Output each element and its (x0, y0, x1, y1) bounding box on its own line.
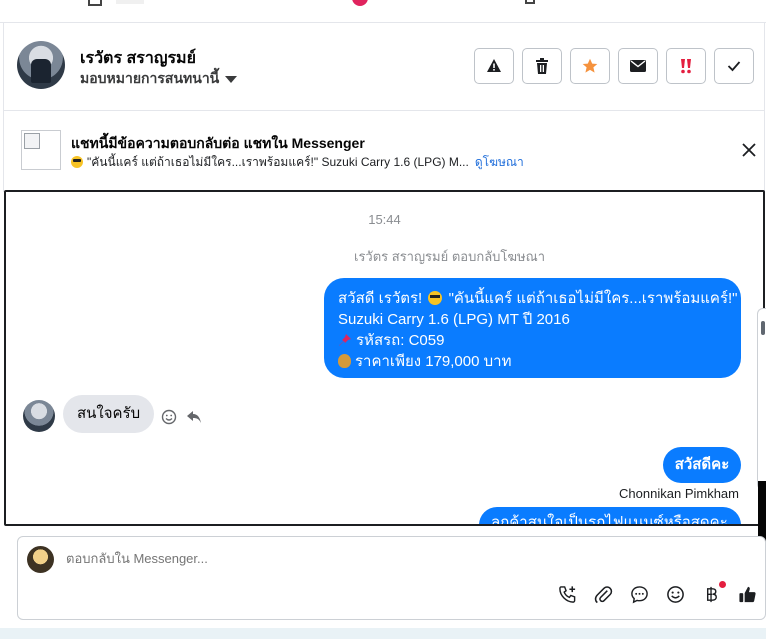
check-icon (727, 61, 741, 72)
chat-bubble-icon[interactable] (630, 585, 649, 604)
view-ad-link[interactable]: ดูโฆษณา (475, 155, 524, 169)
notification-dot (352, 0, 368, 6)
mark-done-button[interactable] (714, 48, 754, 84)
composer-toolbar (558, 581, 757, 604)
close-icon[interactable] (740, 141, 758, 159)
conversation-actions (474, 48, 754, 84)
sunglasses-emoji-icon (428, 291, 443, 305)
message-line: ราคาเพียง 179,000 บาท (355, 353, 512, 370)
trash-icon (536, 58, 548, 74)
pushpin-icon (339, 334, 351, 346)
message-line: "คันนี้แคร์ แต่ถ้าเธอไม่มีใคร...เราพร้อม… (448, 290, 738, 307)
star-icon (582, 58, 598, 73)
caret-down-icon (225, 75, 238, 83)
baht-payment-button[interactable] (702, 581, 726, 604)
message-line: Suzuki Carry 1.6 (LPG) MT ปี 2016 (338, 311, 570, 328)
message-thread[interactable]: 15:44 เรวัตร สราญรมย์ ตอบกลับโฆษณา สวัสด… (4, 190, 765, 526)
ad-subtitle-text: "คันนี้แคร์ แต่ถ้าเธอไม่มีใคร...เราพร้อม… (87, 155, 469, 169)
thumbs-up-icon[interactable] (738, 585, 757, 604)
partial-tab (116, 0, 144, 4)
browser-top-strip (0, 0, 766, 23)
follow-up-button[interactable] (570, 48, 610, 84)
bottom-strip (0, 628, 766, 639)
outgoing-greeting[interactable]: สวัสดีคะ (663, 447, 741, 483)
partial-icon (88, 0, 102, 6)
priority-button[interactable] (666, 48, 706, 84)
outgoing-ad-message[interactable]: สวัสดี เรวัตร! "คันนี้แคร์ แต่ถ้าเธอไม่ม… (324, 278, 741, 378)
envelope-icon (630, 60, 646, 72)
sunglasses-emoji-icon (71, 156, 83, 168)
double-exclamation-icon (681, 59, 691, 74)
conversation-header: เรวัตร สราญรมย์ มอบหมายการสนทนานี้ (4, 22, 764, 111)
ad-thumbnail[interactable] (21, 130, 61, 170)
agent-avatar (27, 546, 54, 573)
partial-icon (525, 0, 535, 4)
outgoing-message-partial[interactable]: ลูกค้าสนใจเป็นรถไฟแนนซ์หรือสดคะ (479, 507, 741, 524)
incoming-message[interactable]: สนใจครับ (63, 395, 155, 433)
ad-banner-title: แชทนี้มีข้อความตอบกลับต่อ แชทใน Messenge… (71, 135, 365, 151)
system-note: เรวัตร สราญรมย์ ตอบกลับโฆษณา (354, 249, 545, 264)
ad-banner-subtitle: "คันนี้แคร์ แต่ถ้าเธอไม่มีใคร...เราพร้อม… (71, 153, 524, 172)
divider (764, 22, 765, 192)
phone-plus-icon[interactable] (558, 585, 577, 604)
baht-icon (706, 586, 717, 603)
mark-spam-button[interactable] (474, 48, 514, 84)
ad-reply-banner: แชทนี้มีข้อความตอบกลับต่อ แชทใน Messenge… (4, 111, 764, 189)
warning-icon (487, 59, 501, 72)
reply-input[interactable] (66, 551, 666, 566)
reply-icon[interactable] (186, 410, 202, 424)
delete-button[interactable] (522, 48, 562, 84)
contact-avatar[interactable] (17, 41, 65, 89)
mark-unread-button[interactable] (618, 48, 658, 84)
money-bag-icon (338, 354, 351, 368)
sender-name: Chonnikan Pimkham (619, 486, 739, 501)
message-line: รหัสรถ: C059 (356, 332, 445, 349)
assign-conversation-dropdown[interactable]: มอบหมายการสนทนานี้ (80, 68, 238, 90)
message-line: สวัสดี เรวัตร! (338, 290, 423, 307)
emoji-icon[interactable] (666, 585, 685, 604)
reply-composer (17, 536, 766, 620)
message-timestamp: 15:44 (368, 212, 401, 227)
paperclip-icon[interactable] (594, 585, 613, 604)
assign-label: มอบหมายการสนทนานี้ (80, 70, 220, 86)
smiley-react-icon[interactable] (161, 409, 177, 425)
notification-dot (719, 581, 726, 588)
side-panel-edge[interactable] (757, 308, 766, 581)
contact-avatar-small[interactable] (23, 400, 55, 432)
